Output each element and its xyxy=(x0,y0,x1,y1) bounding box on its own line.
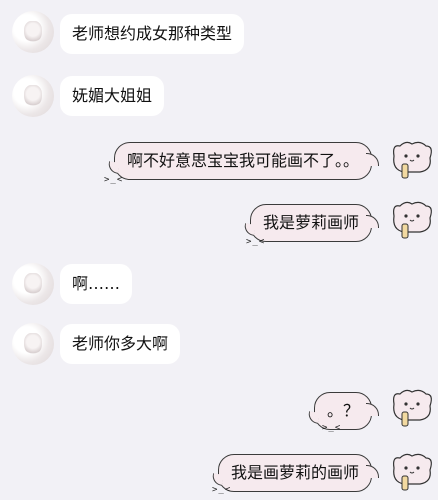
cat-avatar-icon xyxy=(393,389,432,427)
message-row: 。？ >_< xyxy=(0,380,438,440)
cat-avatar-icon xyxy=(393,141,432,179)
user-avatar-image xyxy=(12,11,54,53)
user-avatar[interactable] xyxy=(12,323,54,365)
chat-thread: 老师想约成女那种类型 妩媚大姐姐 啊不好意思宝宝我可能画不了。。 >_< 我是萝… xyxy=(0,0,438,500)
message-bubble[interactable]: 啊不好意思宝宝我可能画不了。。 xyxy=(113,142,380,180)
message-bubble[interactable]: 妩媚大姐姐 xyxy=(60,76,165,116)
emoticon-face: >_< xyxy=(246,237,266,247)
message-bubble[interactable]: 啊…… xyxy=(60,264,133,304)
message-row: 我是萝莉画师 >_< xyxy=(0,192,438,252)
cat-avatar[interactable] xyxy=(388,134,436,182)
message-row: 老师想约成女那种类型 xyxy=(0,8,438,68)
message-row: 我是画萝莉的画师 >_< xyxy=(0,444,438,500)
message-bubble[interactable]: 我是画萝莉的画师 xyxy=(217,454,380,492)
user-avatar[interactable] xyxy=(12,263,54,305)
cat-avatar[interactable] xyxy=(388,382,436,430)
message-bubble[interactable]: 我是萝莉画师 xyxy=(249,204,380,242)
user-avatar[interactable] xyxy=(12,11,54,53)
cat-avatar[interactable] xyxy=(388,194,436,242)
message-row: 妩媚大姐姐 xyxy=(0,72,438,132)
user-avatar-image xyxy=(12,323,54,365)
cat-avatar-icon xyxy=(393,201,432,239)
emoticon-face: >_< xyxy=(212,485,232,495)
emoticon-face: >_< xyxy=(104,175,124,185)
message-bubble[interactable]: 老师你多大啊 xyxy=(60,324,181,364)
message-row: 啊…… xyxy=(0,260,438,320)
user-avatar[interactable] xyxy=(12,75,54,117)
user-avatar-image xyxy=(12,263,54,305)
message-row: 啊不好意思宝宝我可能画不了。。 >_< xyxy=(0,132,438,192)
user-avatar-image xyxy=(12,75,54,117)
cat-avatar-icon xyxy=(393,453,432,491)
cat-avatar[interactable] xyxy=(388,446,436,494)
message-bubble[interactable]: 老师想约成女那种类型 xyxy=(60,14,245,54)
emoticon-face: >_< xyxy=(322,423,342,433)
message-row: 老师你多大啊 xyxy=(0,320,438,380)
